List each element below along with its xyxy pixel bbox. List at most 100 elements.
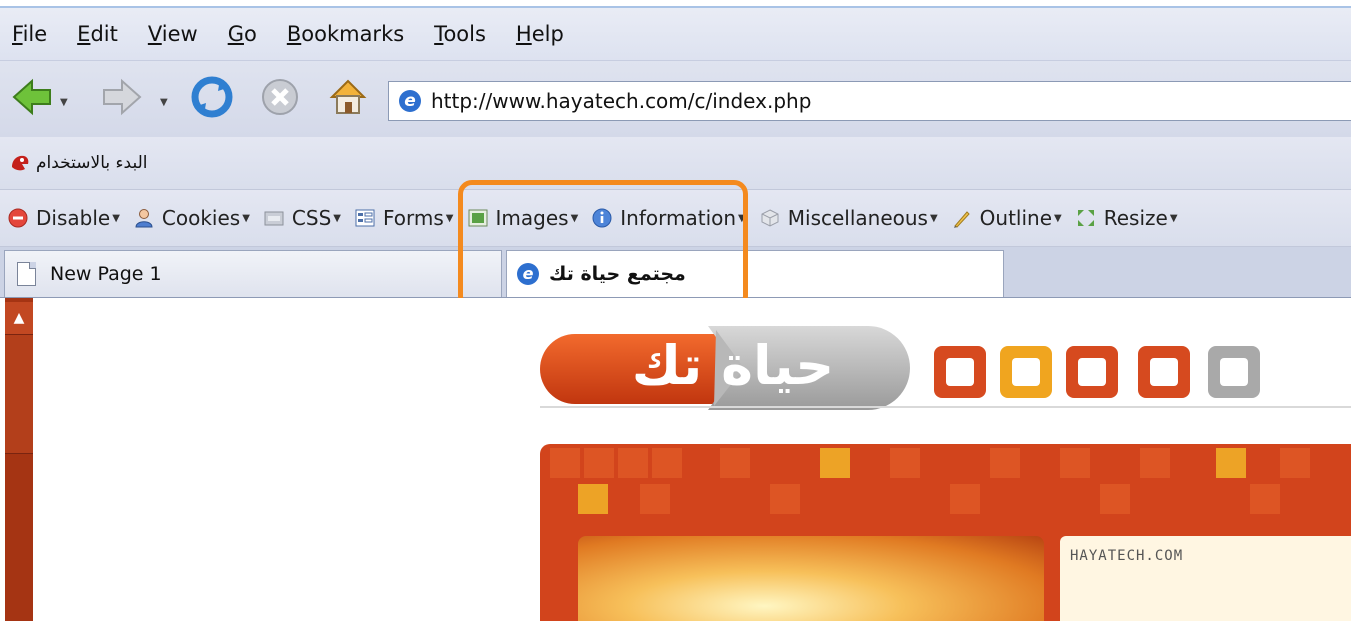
dropdown-arrow-icon: ▼ <box>738 212 746 224</box>
menu-view[interactable]: View <box>148 20 198 48</box>
menu-file[interactable]: File <box>12 20 47 48</box>
forward-dropdown-icon[interactable]: ▼ <box>160 97 168 108</box>
box-glyph-icon <box>1220 358 1248 386</box>
scroll-thumb[interactable] <box>5 334 33 454</box>
dev-miscellaneous[interactable]: Miscellaneous ▼ <box>760 206 938 230</box>
bookmark-label: البدء بالاستخدام <box>36 153 148 173</box>
dropdown-arrow-icon: ▼ <box>1169 212 1178 224</box>
dropdown-arrow-icon: ▼ <box>1054 212 1062 224</box>
information-icon <box>592 208 612 228</box>
site-nav-box-1[interactable] <box>934 346 986 398</box>
box-glyph-icon <box>1078 358 1106 386</box>
menu-edit[interactable]: Edit <box>77 20 118 48</box>
dev-css[interactable]: CSS ▼ <box>264 206 341 230</box>
dev-disable[interactable]: Disable ▼ <box>8 206 120 230</box>
dev-information[interactable]: Information ▼ <box>592 206 746 230</box>
back-button[interactable] <box>10 75 54 119</box>
dev-cookies-label: Cookies <box>161 206 241 230</box>
dev-resize-label: Resize <box>1103 206 1168 230</box>
tab-strip: New Page 1 e مجتمع حياة تك <box>0 247 1351 298</box>
disable-icon <box>8 208 28 228</box>
banner-tile <box>1250 484 1280 514</box>
site-nav-box-2[interactable] <box>1000 346 1052 398</box>
web-developer-toolbar: Disable ▼ Cookies ▼ CSS ▼ Forms ▼ Images ▼ <box>0 190 1351 247</box>
dev-outline[interactable]: Outline ▼ <box>952 206 1062 230</box>
miscellaneous-icon <box>761 209 779 227</box>
dev-images[interactable]: Images ▼ <box>468 206 579 230</box>
banner-tile <box>1280 448 1310 478</box>
menu-help[interactable]: Help <box>516 20 564 48</box>
banner-tile <box>950 484 980 514</box>
tab-label: مجتمع حياة تك <box>549 263 686 285</box>
logo-text: حياة تك <box>631 334 835 397</box>
stop-button[interactable] <box>258 75 302 119</box>
reload-icon <box>191 76 233 118</box>
site-logo[interactable]: حياة تك <box>538 316 926 420</box>
banner-tile <box>820 448 850 478</box>
back-dropdown-icon[interactable]: ▼ <box>60 97 68 108</box>
banner-tile <box>618 448 648 478</box>
site-nav-box-4[interactable] <box>1138 346 1190 398</box>
home-button[interactable] <box>326 75 370 119</box>
banner-tile <box>1060 448 1090 478</box>
ie-page-icon: e <box>399 90 421 112</box>
site-nav-box-5[interactable] <box>1208 346 1260 398</box>
url-bar[interactable]: e http://www.hayatech.com/c/index.php <box>388 81 1351 121</box>
forms-icon <box>355 209 375 227</box>
stop-icon <box>262 79 298 115</box>
dev-images-label: Images <box>495 206 569 230</box>
menu-bar: File Edit View Go Bookmarks Tools Help <box>0 8 1351 60</box>
bookmark-getting-started[interactable]: البدء بالاستخدام <box>10 153 147 173</box>
banner-image-right: HAYATECH.COM <box>1060 536 1351 621</box>
bookmarks-toolbar: البدء بالاستخدام <box>0 137 1351 190</box>
vertical-scrollbar[interactable]: ▲ <box>5 298 33 621</box>
tab-label: New Page 1 <box>50 263 162 285</box>
outline-icon <box>953 211 970 228</box>
ie-icon: e <box>517 263 539 285</box>
dev-css-label: CSS <box>291 206 332 230</box>
site-banner: HAYATECH.COM <box>540 444 1351 621</box>
banner-tile <box>1216 448 1246 478</box>
banner-tile <box>578 484 608 514</box>
dropdown-arrow-icon: ▼ <box>570 212 579 224</box>
tab-new-page-1[interactable]: New Page 1 <box>4 250 502 297</box>
dev-outline-label: Outline <box>979 206 1053 230</box>
document-icon <box>17 262 36 286</box>
banner-image-left <box>578 536 1044 621</box>
banner-tile <box>1100 484 1130 514</box>
url-text[interactable]: http://www.hayatech.com/c/index.php <box>431 89 811 113</box>
navigation-toolbar: ▼ ▼ e http://www.hayatech.com/c/index.ph… <box>0 60 1351 138</box>
forward-arrow-icon <box>103 78 142 116</box>
scroll-up-arrow-icon[interactable]: ▲ <box>5 302 33 334</box>
dropdown-arrow-icon: ▼ <box>445 212 454 224</box>
dev-cookies[interactable]: Cookies ▼ <box>134 206 250 230</box>
dev-resize[interactable]: Resize ▼ <box>1076 206 1178 230</box>
header-divider <box>540 406 1351 408</box>
box-glyph-icon <box>946 358 974 386</box>
banner-tile <box>990 448 1020 478</box>
site-nav-box-3[interactable] <box>1066 346 1118 398</box>
images-icon <box>468 209 487 227</box>
banner-tile <box>584 448 614 478</box>
dev-forms[interactable]: Forms ▼ <box>355 206 454 230</box>
dropdown-arrow-icon: ▼ <box>112 212 120 224</box>
cookies-icon <box>135 209 153 228</box>
menu-tools[interactable]: Tools <box>434 20 486 48</box>
banner-tile <box>890 448 920 478</box>
css-icon <box>264 211 284 226</box>
dropdown-arrow-icon: ▼ <box>333 212 341 224</box>
window-top-edge <box>0 0 1351 8</box>
menu-go[interactable]: Go <box>228 20 257 48</box>
page-content: ▲ حياة تك HAYATECH.COM <box>0 298 1351 621</box>
box-glyph-icon <box>1150 358 1178 386</box>
reload-button[interactable] <box>190 75 234 119</box>
dev-disable-label: Disable <box>36 206 111 230</box>
banner-text: HAYATECH.COM <box>1070 548 1184 564</box>
menu-bookmarks[interactable]: Bookmarks <box>287 20 404 48</box>
box-glyph-icon <box>1012 358 1040 386</box>
tab-hayatech[interactable]: e مجتمع حياة تك <box>506 250 1004 297</box>
forward-button[interactable] <box>100 75 144 119</box>
dropdown-arrow-icon: ▼ <box>929 212 938 224</box>
firefox-red-icon <box>12 155 29 171</box>
home-icon <box>329 79 367 114</box>
